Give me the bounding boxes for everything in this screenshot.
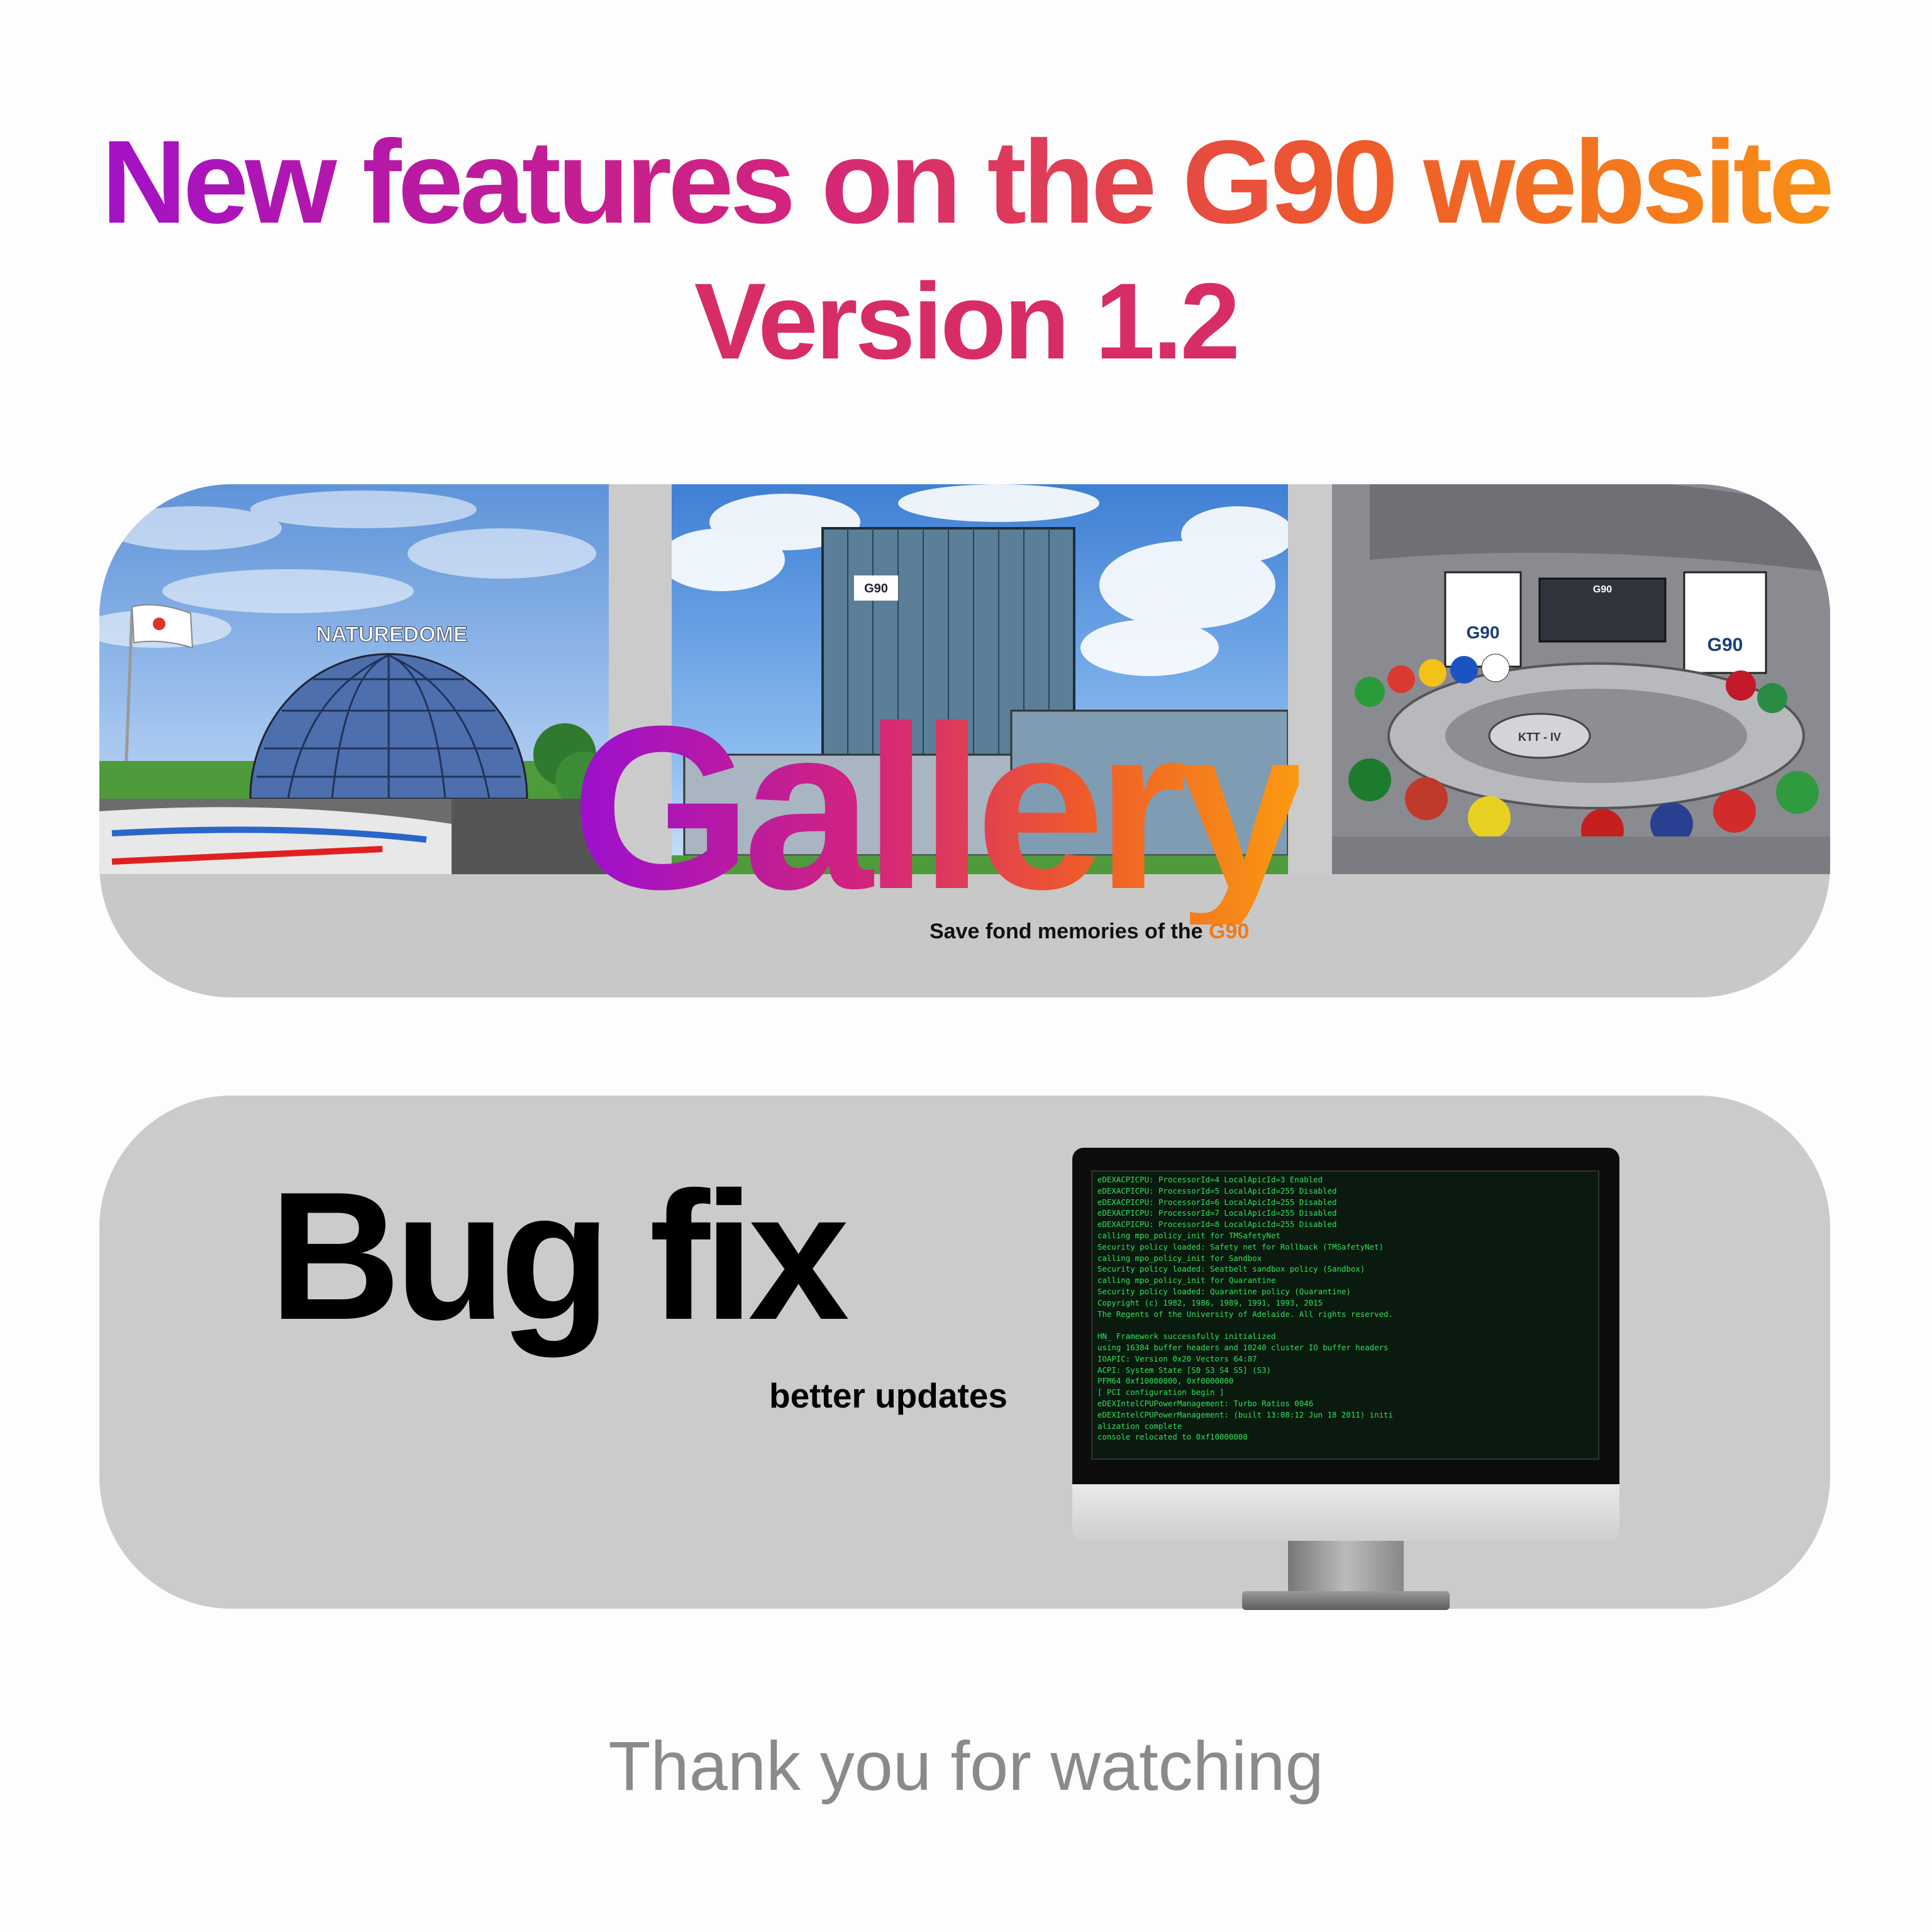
hall-left-sign: G90 xyxy=(1467,623,1500,642)
console-line: Security policy loaded: Seatbelt sandbox… xyxy=(1097,1264,1365,1274)
console-line: HN_ Framework successfully initialized xyxy=(1097,1331,1276,1341)
monitor-base xyxy=(1242,1591,1450,1610)
console-output: eDEXACPICPU: ProcessorId=4 LocalApicId=3… xyxy=(1092,1172,1598,1445)
hall-table-label: KTT - IV xyxy=(1518,731,1561,743)
console-line: using 16384 buffer headers and 10240 clu… xyxy=(1097,1342,1389,1352)
console-line: eDEXACPICPU: ProcessorId=8 LocalApicId=2… xyxy=(1097,1219,1337,1230)
terminal-screen: eDEXACPICPU: ProcessorId=4 LocalApicId=3… xyxy=(1091,1170,1599,1460)
console-line: eDEXACPICPU: ProcessorId=5 LocalApicId=2… xyxy=(1097,1185,1337,1196)
console-line: calling mpo_policy_init for Quarantine xyxy=(1097,1275,1276,1285)
thank-you-message: Thank you for watching xyxy=(608,1728,1324,1805)
bugfix-subtitle: better updates xyxy=(769,1376,1008,1415)
console-line: console relocated to 0xf10000000 xyxy=(1097,1432,1248,1442)
gallery-subtitle: Save fond memories of the G90 xyxy=(930,919,1249,944)
hall-right-sign: G90 xyxy=(1707,635,1743,655)
console-line: IOAPIC: Version 0x20 Vectors 64:87 xyxy=(1097,1353,1257,1363)
gallery-subtitle-text: Save fond memories of the xyxy=(930,919,1209,943)
version-label: Version 1.2 xyxy=(694,261,1240,382)
console-line: The Regents of the University of Adelaid… xyxy=(1097,1309,1393,1319)
console-line: ACPI: System State [S0 S3 S4 S5] (S3) xyxy=(1097,1365,1272,1375)
console-line: eDEXIntelCPUPowerManagement: Turbo Ratio… xyxy=(1097,1398,1314,1408)
console-line: Security policy loaded: Safety net for R… xyxy=(1097,1241,1384,1252)
console-line: eDEXIntelCPUPowerManagement: (built 13:0… xyxy=(1097,1409,1393,1419)
console-line: calling mpo_policy_init for TMSafetyNet xyxy=(1097,1230,1280,1240)
bugfix-heading: Bug fix xyxy=(269,1154,850,1358)
naturedome-scene-image: NATUREDOME xyxy=(99,484,609,874)
console-line: eDEXACPICPU: ProcessorId=7 LocalApicId=2… xyxy=(1097,1208,1337,1218)
hall-center-sign: G90 xyxy=(1593,584,1612,595)
conference-hall-scene-image: G90 G90 G90 KTT - IV xyxy=(1332,484,1830,874)
gallery-feature-card[interactable]: NATUREDOME G90 G90 G90 G90 KTT - IV Gall… xyxy=(99,484,1830,997)
console-line: calling mpo_policy_init for Sandbox xyxy=(1097,1253,1262,1263)
console-line: PFM64 0xf10000000, 0xf0000000 xyxy=(1097,1376,1234,1386)
console-line: eDEXACPICPU: ProcessorId=6 LocalApicId=2… xyxy=(1097,1197,1337,1207)
console-line: [ PCI configuration begin ] xyxy=(1097,1387,1224,1397)
gallery-heading: Gallery xyxy=(571,678,1307,938)
console-line: alization complete xyxy=(1097,1421,1182,1431)
console-line: Security policy loaded: Quarantine polic… xyxy=(1097,1286,1351,1296)
naturedome-sign: NATUREDOME xyxy=(316,623,467,647)
page-title: New features on the G90 website xyxy=(0,123,1932,241)
gallery-subtitle-highlight: G90 xyxy=(1209,919,1250,943)
monitor-chin xyxy=(1072,1484,1619,1541)
hotel-g90-sign: G90 xyxy=(864,582,888,596)
console-line: Copyright (c) 1982, 1986, 1989, 1991, 19… xyxy=(1097,1297,1323,1307)
console-line: eDEXACPICPU: ProcessorId=4 LocalApicId=3… xyxy=(1097,1175,1323,1184)
monitor-stand xyxy=(1288,1541,1404,1594)
monitor-bezel: eDEXACPICPU: ProcessorId=4 LocalApicId=3… xyxy=(1072,1148,1619,1484)
